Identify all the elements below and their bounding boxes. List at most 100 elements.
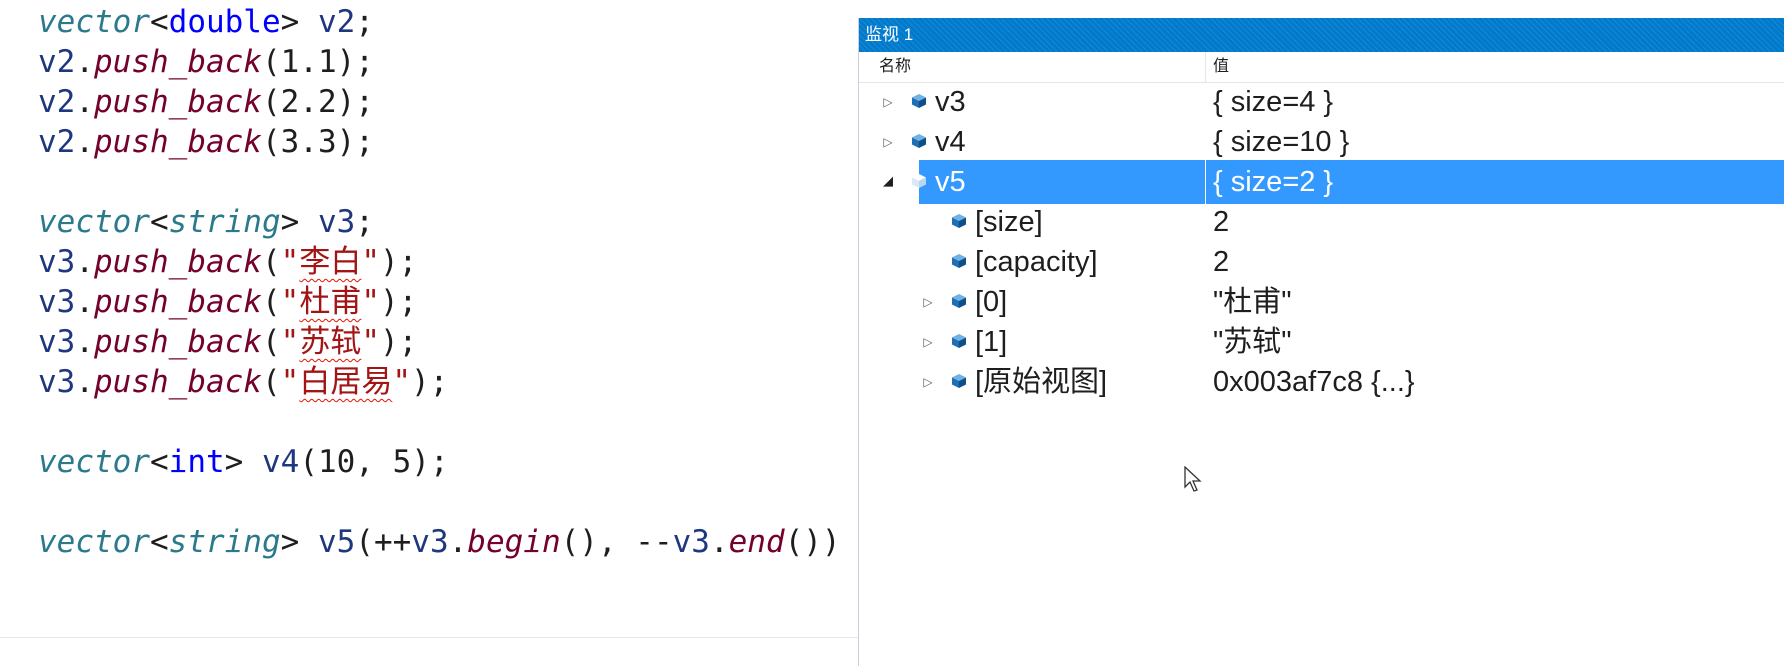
code-token: 苏轼 [299,324,362,360]
code-token: " [280,284,300,320]
code-token: < [149,4,169,40]
code-token: v4 [261,444,300,480]
code-line[interactable]: vector<double> v2; [38,0,374,44]
watch-item-value[interactable]: 0x003af7c8 {...} [1213,359,1415,405]
code-token: vector [38,4,150,40]
code-line[interactable]: v3.push_back("李白"); [38,240,417,284]
value-column-header[interactable]: 值 [1213,52,1229,82]
code-token: > [280,4,318,40]
code-token: ; [355,204,374,240]
code-token: < [149,524,169,560]
code-line[interactable]: v3.push_back("杜甫"); [38,280,417,324]
code-token: ); [380,284,418,320]
code-line[interactable]: vector<string> v5(++v3.begin(), --v3.end… [38,520,841,564]
code-token: " [280,244,300,280]
watch-window[interactable]: 监视 1 名称 值 ▷ v3{ size=4 } ▷ v4{ size=10 } ◢ v5… [858,18,1784,666]
code-token: " [361,244,380,280]
code-token: v2 [38,84,76,120]
code-token: . [448,524,468,560]
code-token: " [361,284,380,320]
code-token: push_back [94,364,262,400]
code-token: (10, 5); [299,444,449,480]
mouse-cursor-icon [1184,466,1202,492]
code-token: . [709,524,729,560]
code-token: " [361,324,380,360]
expand-arrow-icon[interactable]: ▷ [920,359,936,405]
code-token: ( [261,284,281,320]
variable-icon [912,134,926,148]
code-token: v5 [317,524,356,560]
code-token: push_back [94,124,262,160]
code-token: push_back [94,84,262,120]
code-line[interactable]: v2.push_back(2.2); [38,80,374,124]
code-line[interactable]: v3.push_back("苏轼"); [38,320,417,364]
code-line[interactable]: vector<string> v3; [38,200,374,244]
code-token: ( [261,364,281,400]
code-token: (), -- [560,524,673,560]
code-token: vector [38,444,150,480]
code-token: (1.1); [261,44,374,80]
code-token: v3 [317,204,356,240]
current-line-indicator [0,637,860,638]
code-token: . [75,364,94,400]
code-line[interactable]: vector<int> v4(10, 5); [38,440,449,484]
code-token: push_back [94,244,262,280]
code-token: v3 [38,364,76,400]
code-token: int [168,444,225,480]
code-token: < [149,444,169,480]
code-token: vector [38,524,150,560]
watch-window-title: 监视 1 [865,25,914,44]
code-token: ()) [784,524,841,560]
code-token: string [168,524,281,560]
code-line[interactable]: v2.push_back(3.3); [38,120,374,164]
code-token: ( [261,324,281,360]
code-token: 杜甫 [299,284,362,320]
code-token: < [149,204,169,240]
code-editor[interactable]: vector<double> v2; v2.push_back(1.1); v2.p… [0,0,860,666]
variable-icon [912,174,926,188]
variable-icon [952,214,966,228]
code-token: v3 [411,524,449,560]
code-token: vector [38,204,150,240]
variable-icon [912,94,926,108]
code-token: > [280,204,318,240]
column-separator [1205,160,1206,204]
code-token: . [75,244,94,280]
code-token: ); [411,364,449,400]
variable-icon [952,294,966,308]
code-token: . [75,124,94,160]
watch-item-name: [原始视图] [975,366,1108,398]
code-token: (++ [355,524,412,560]
variable-icon [952,334,966,348]
code-token: 白居易 [299,364,393,400]
code-token: . [75,84,94,120]
code-token: end [728,524,785,560]
code-token: ( [261,244,281,280]
name-column-header[interactable]: 名称 [879,52,911,82]
column-splitter[interactable] [1205,52,1206,82]
code-token: > [280,524,318,560]
code-token: v2 [38,124,76,160]
code-token: push_back [94,324,262,360]
code-token: v3 [38,244,76,280]
watch-title-bar[interactable]: 监视 1 [859,18,1784,52]
code-token: begin [467,524,561,560]
selection-highlight [919,160,1784,204]
code-token: string [168,204,281,240]
code-token: ); [380,244,418,280]
code-token: " [280,364,300,400]
code-token: " [392,364,411,400]
watch-row[interactable]: ▷ [原始视图] 0x003af7c8 {...} [859,359,1784,405]
variable-icon [952,374,966,388]
code-token: ; [355,4,374,40]
code-token: v3 [38,284,76,320]
code-token: double [168,4,281,40]
code-token: v3 [672,524,710,560]
code-token: > [224,444,262,480]
code-token: push_back [94,284,262,320]
code-token: . [75,284,94,320]
code-token: ); [380,324,418,360]
code-line[interactable]: v2.push_back(1.1); [38,40,374,84]
code-token: 李白 [299,244,362,280]
code-line[interactable]: v3.push_back("白居易"); [38,360,448,404]
